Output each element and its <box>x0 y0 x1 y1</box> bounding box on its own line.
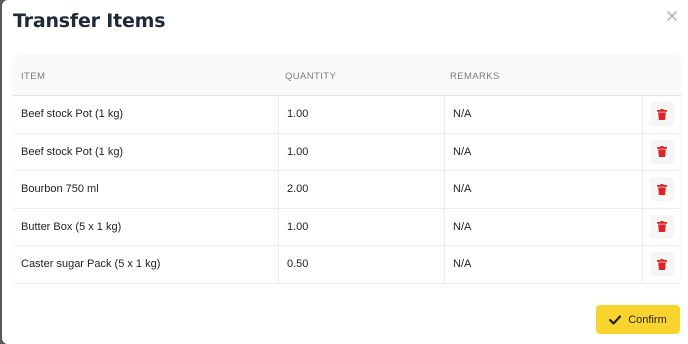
checkmark-icon <box>609 314 622 325</box>
table-row: Beef stock Pot (1 kg) 1.00 N/A <box>14 133 680 171</box>
header-item: ITEM <box>21 71 46 82</box>
action-cell <box>642 208 680 245</box>
action-cell <box>642 246 680 283</box>
action-cell <box>642 133 680 170</box>
confirm-button[interactable]: Confirm <box>596 305 680 334</box>
table-row: Bourbon 750 ml 2.00 N/A <box>14 171 680 209</box>
delete-button[interactable] <box>649 214 674 239</box>
delete-button[interactable] <box>649 252 674 277</box>
header-quantity: QUANTITY <box>285 71 337 82</box>
item-cell: Beef stock Pot (1 kg) <box>21 108 124 121</box>
remarks-cell: N/A <box>444 171 642 208</box>
trash-icon <box>656 183 667 195</box>
quantity-cell: 1.00 <box>278 208 444 245</box>
quantity-cell: 1.00 <box>278 133 444 170</box>
items-table: ITEM QUANTITY REMARKS Beef stock Pot (1 … <box>12 54 682 284</box>
item-cell: Beef stock Pot (1 kg) <box>21 145 124 158</box>
delete-button[interactable] <box>649 102 674 127</box>
item-cell: Butter Box (5 x 1 kg) <box>21 220 122 233</box>
modal-title: Transfer Items <box>13 10 166 32</box>
trash-icon <box>656 108 667 120</box>
header-remarks: REMARKS <box>450 71 500 82</box>
remarks-cell: N/A <box>444 96 642 133</box>
action-cell <box>642 171 680 208</box>
remarks-cell: N/A <box>444 246 642 283</box>
action-cell <box>642 96 680 133</box>
confirm-label: Confirm <box>628 313 667 326</box>
quantity-cell: 0.50 <box>278 246 444 283</box>
close-icon[interactable] <box>665 9 679 23</box>
quantity-cell: 1.00 <box>278 96 444 133</box>
table-header: ITEM QUANTITY REMARKS <box>12 54 682 96</box>
transfer-items-modal: Transfer Items ITEM QUANTITY REMARKS Bee… <box>2 0 688 344</box>
item-cell: Caster sugar Pack (5 x 1 kg) <box>21 258 161 271</box>
trash-icon <box>656 258 667 270</box>
item-cell: Bourbon 750 ml <box>21 183 99 196</box>
trash-icon <box>656 146 667 158</box>
table-row: Beef stock Pot (1 kg) 1.00 N/A <box>14 96 680 134</box>
remarks-cell: N/A <box>444 133 642 170</box>
table-body: Beef stock Pot (1 kg) 1.00 N/A Beef stoc… <box>14 96 680 284</box>
table-row: Caster sugar Pack (5 x 1 kg) 0.50 N/A <box>14 246 680 284</box>
quantity-cell: 2.00 <box>278 171 444 208</box>
delete-button[interactable] <box>649 177 674 202</box>
remarks-cell: N/A <box>444 208 642 245</box>
delete-button[interactable] <box>649 139 674 164</box>
trash-icon <box>656 221 667 233</box>
table-row: Butter Box (5 x 1 kg) 1.00 N/A <box>14 208 680 246</box>
